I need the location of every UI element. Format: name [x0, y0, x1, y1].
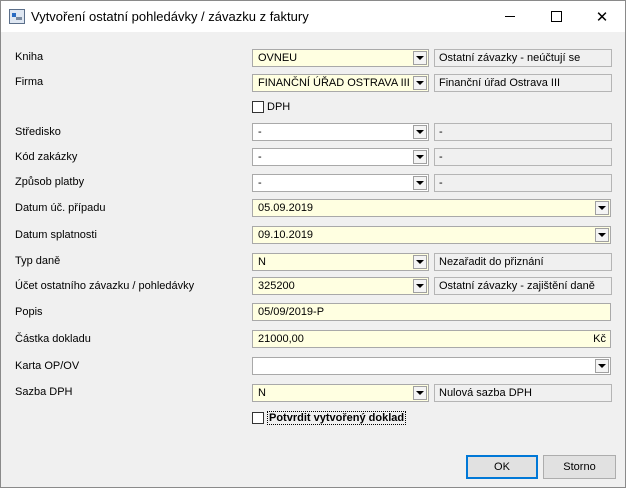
firma-label: Firma	[15, 76, 44, 88]
datum-uc-value: 05.09.2019	[258, 202, 314, 214]
datum-splatnosti-date-picker[interactable]: 09.10.2019	[252, 226, 611, 244]
typ-dane-description: Nezařadit do přiznání	[434, 253, 612, 271]
zpusob-platby-value: -	[258, 177, 262, 189]
ucet-label: Účet ostatního závazku / pohledávky	[15, 280, 195, 292]
castka-input[interactable]: 21000,00 Kč	[252, 330, 611, 348]
stredisko-value: -	[258, 126, 262, 138]
chevron-down-icon[interactable]	[413, 279, 427, 293]
typ-dane-value: N	[258, 256, 266, 268]
datum-splatnosti-label: Datum splatnosti	[15, 229, 97, 241]
potvrdit-label[interactable]: Potvrdit vytvořený doklad	[267, 411, 407, 425]
typ-dane-label: Typ daně	[15, 255, 61, 267]
potvrdit-checkbox[interactable]	[252, 412, 264, 424]
app-icon	[9, 9, 25, 24]
zpusob-platby-description-text: -	[439, 177, 443, 189]
firma-select[interactable]: FINANČNÍ ÚŘAD OSTRAVA III	[252, 74, 429, 92]
close-button[interactable]: ✕	[579, 1, 625, 32]
firma-description: Finanční úřad Ostrava III	[434, 74, 612, 92]
maximize-button[interactable]	[533, 1, 579, 32]
ucet-value: 325200	[258, 280, 295, 292]
ucet-select[interactable]: 325200	[252, 277, 429, 295]
karta-label: Karta OP/OV	[15, 360, 80, 372]
sazba-select[interactable]: N	[252, 384, 429, 402]
zpusob-platby-select[interactable]: -	[252, 174, 429, 192]
zpusob-platby-label: Způsob platby	[15, 176, 85, 188]
chevron-down-icon[interactable]	[413, 51, 427, 65]
popis-label: Popis	[15, 306, 43, 318]
datum-uc-date-picker[interactable]: 05.09.2019	[252, 199, 611, 217]
stredisko-select[interactable]: -	[252, 123, 429, 141]
chevron-down-icon[interactable]	[413, 176, 427, 190]
dph-label: DPH	[267, 101, 291, 113]
chevron-down-icon[interactable]	[413, 386, 427, 400]
karta-select[interactable]	[252, 357, 611, 375]
stredisko-description: -	[434, 123, 612, 141]
typ-dane-select[interactable]: N	[252, 253, 429, 271]
ok-button[interactable]: OK	[466, 455, 538, 479]
kniha-label: Kniha	[15, 51, 44, 63]
sazba-value: N	[258, 387, 266, 399]
dialog-window: Vytvoření ostatní pohledávky / závazku z…	[0, 0, 626, 488]
stredisko-label: Středisko	[15, 126, 61, 138]
firma-description-text: Finanční úřad Ostrava III	[439, 77, 561, 89]
kod-zakazky-select[interactable]: -	[252, 148, 429, 166]
ucet-description: Ostatní závazky - zajištění daně	[434, 277, 612, 295]
kod-zakazky-label: Kód zakázky	[15, 151, 78, 163]
popis-value: 05/09/2019-P	[258, 306, 325, 318]
zpusob-platby-description: -	[434, 174, 612, 192]
castka-label: Částka dokladu	[15, 333, 91, 345]
kniha-description-text: Ostatní závazky - neúčtují se	[439, 52, 581, 64]
currency-unit: Kč	[593, 333, 606, 345]
title-bar: Vytvoření ostatní pohledávky / závazku z…	[1, 1, 625, 32]
firma-value: FINANČNÍ ÚŘAD OSTRAVA III	[258, 77, 410, 89]
kod-zakazky-value: -	[258, 151, 262, 163]
minimize-icon	[505, 16, 515, 17]
dph-checkbox[interactable]	[252, 101, 264, 113]
datum-splatnosti-value: 09.10.2019	[258, 229, 314, 241]
kniha-value: OVNEU	[258, 52, 298, 64]
kod-zakazky-description-text: -	[439, 151, 443, 163]
stredisko-description-text: -	[439, 126, 443, 138]
minimize-button[interactable]	[487, 1, 533, 32]
typ-dane-description-text: Nezařadit do přiznání	[439, 256, 544, 268]
sazba-label: Sazba DPH	[15, 386, 73, 398]
storno-button[interactable]: Storno	[543, 455, 616, 479]
kniha-select[interactable]: OVNEU	[252, 49, 429, 67]
sazba-description: Nulová sazba DPH	[434, 384, 612, 402]
chevron-down-icon[interactable]	[413, 125, 427, 139]
close-icon: ✕	[595, 8, 609, 26]
chevron-down-icon[interactable]	[413, 150, 427, 164]
chevron-down-icon[interactable]	[413, 255, 427, 269]
kniha-description: Ostatní závazky - neúčtují se	[434, 49, 612, 67]
castka-value: 21000,00	[258, 333, 304, 345]
chevron-down-icon[interactable]	[595, 201, 609, 215]
maximize-icon	[550, 11, 562, 22]
chevron-down-icon[interactable]	[595, 359, 609, 373]
ucet-description-text: Ostatní závazky - zajištění daně	[439, 280, 595, 292]
datum-uc-label: Datum úč. případu	[15, 202, 106, 214]
kod-zakazky-description: -	[434, 148, 612, 166]
chevron-down-icon[interactable]	[595, 228, 609, 242]
sazba-description-text: Nulová sazba DPH	[439, 387, 532, 399]
popis-input[interactable]: 05/09/2019-P	[252, 303, 611, 321]
window-title: Vytvoření ostatní pohledávky / závazku z…	[31, 9, 309, 24]
chevron-down-icon[interactable]	[413, 76, 427, 90]
